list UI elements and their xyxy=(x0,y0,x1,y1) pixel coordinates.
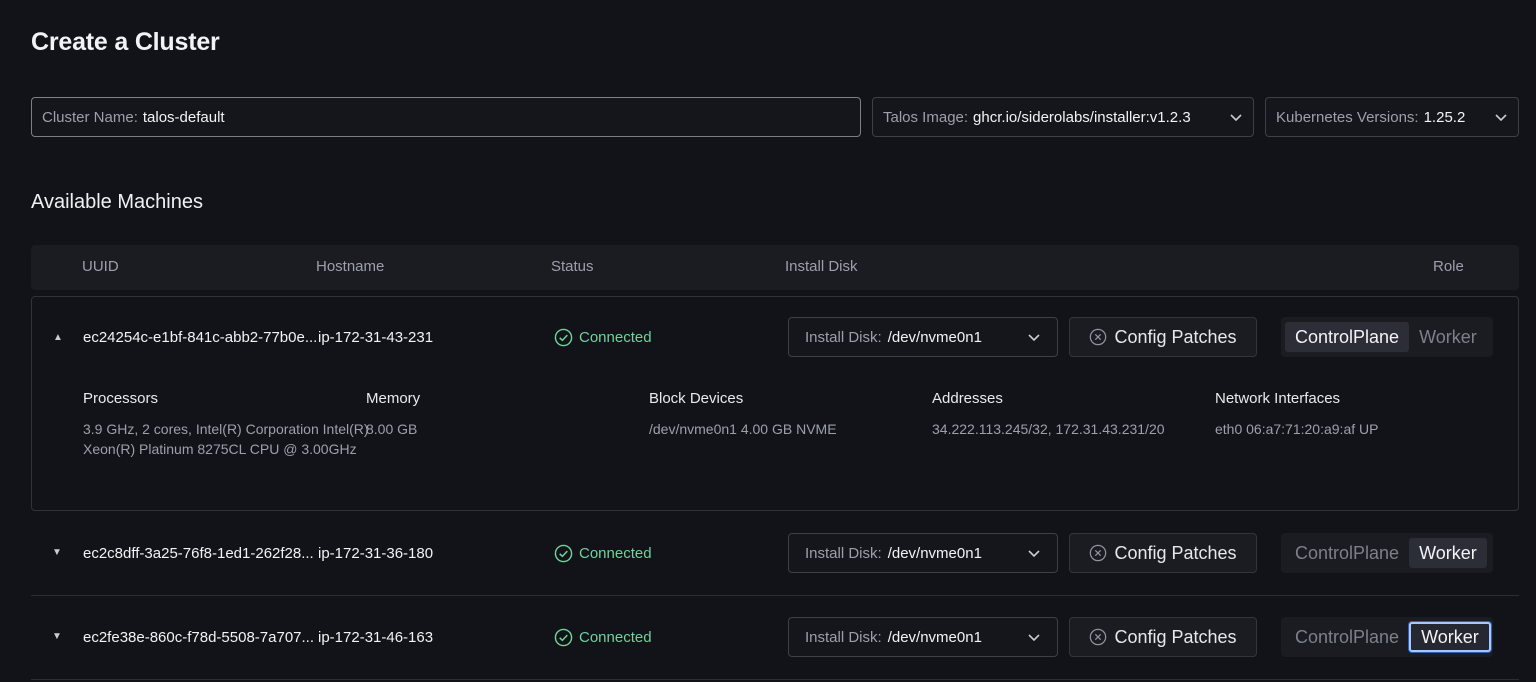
table-row: ▲ ec24254c-e1bf-841c-abb2-77b0e... ip-17… xyxy=(31,296,1519,511)
table-row: ▼ ec2c8dff-3a25-76f8-1ed1-262f28... ip-1… xyxy=(31,512,1519,596)
memory-value: 8.00 GB xyxy=(366,421,418,437)
chevron-down-icon xyxy=(1495,114,1507,122)
chevron-down-icon xyxy=(1028,634,1040,642)
status-badge: Connected xyxy=(554,544,652,563)
block-devices-label: Block Devices xyxy=(649,390,744,407)
install-disk-label: Install Disk: xyxy=(805,328,882,346)
role-toggle: ControlPlane Worker xyxy=(1281,317,1493,357)
kubernetes-version-label: Kubernetes Versions: xyxy=(1276,108,1419,126)
status-text: Connected xyxy=(579,329,652,346)
config-patches-button[interactable]: Config Patches xyxy=(1069,317,1257,357)
machine-uuid: ec2fe38e-860c-f78d-5508-7a707... xyxy=(83,629,315,646)
config-patches-label: Config Patches xyxy=(1114,326,1237,347)
network-interfaces-value: eth0 06:a7:71:20:a9:af UP xyxy=(1215,421,1379,437)
install-disk-value: /dev/nvme0n1 xyxy=(887,628,982,646)
talos-image-select[interactable]: Talos Image: ghcr.io/siderolabs/installe… xyxy=(872,97,1254,137)
kubernetes-version-value: 1.25.2 xyxy=(1423,108,1466,126)
processors-label: Processors xyxy=(83,390,159,407)
x-circle-icon xyxy=(1090,544,1107,562)
status-badge: Connected xyxy=(554,328,652,347)
processors-value: 3.9 GHz, 2 cores, Intel(R) Corporation I… xyxy=(83,421,369,457)
memory-label: Memory xyxy=(366,390,421,407)
install-disk-value: /dev/nvme0n1 xyxy=(887,328,982,346)
role-option-controlplane[interactable]: ControlPlane xyxy=(1285,538,1409,568)
talos-image-value: ghcr.io/siderolabs/installer:v1.2.3 xyxy=(973,108,1191,126)
table-row: ▼ ec2fe38e-860c-f78d-5508-7a707... ip-17… xyxy=(31,596,1519,680)
install-disk-label: Install Disk: xyxy=(805,544,882,562)
chevron-down-icon xyxy=(1028,550,1040,558)
machine-uuid: ec24254c-e1bf-841c-abb2-77b0e... xyxy=(83,329,318,346)
available-machines-title: Available Machines xyxy=(31,191,203,213)
caret-down-icon[interactable]: ▼ xyxy=(52,547,62,558)
column-header-role: Role xyxy=(1433,258,1464,275)
check-circle-icon xyxy=(554,328,573,347)
column-header-install-disk: Install Disk xyxy=(785,258,858,275)
config-patches-label: Config Patches xyxy=(1114,542,1237,563)
talos-image-label: Talos Image: xyxy=(883,108,969,126)
addresses-label: Addresses xyxy=(932,390,1003,407)
role-option-controlplane[interactable]: ControlPlane xyxy=(1285,622,1409,652)
role-option-worker[interactable]: Worker xyxy=(1409,622,1491,652)
install-disk-select[interactable]: Install Disk: /dev/nvme0n1 xyxy=(788,533,1058,573)
machine-hostname: ip-172-31-46-163 xyxy=(318,629,434,646)
caret-down-icon[interactable]: ▼ xyxy=(52,631,62,642)
table-header: UUID Hostname Status Install Disk Role xyxy=(31,245,1519,290)
install-disk-select[interactable]: Install Disk: /dev/nvme0n1 xyxy=(788,317,1058,357)
role-toggle: ControlPlane Worker xyxy=(1281,533,1493,573)
config-patches-button[interactable]: Config Patches xyxy=(1069,533,1257,573)
role-option-worker[interactable]: Worker xyxy=(1409,538,1487,568)
status-text: Connected xyxy=(579,629,652,646)
install-disk-value: /dev/nvme0n1 xyxy=(887,544,982,562)
check-circle-icon xyxy=(554,544,573,563)
addresses-value: 34.222.113.245/32, 172.31.43.231/20 xyxy=(932,421,1165,437)
column-header-status: Status xyxy=(551,258,594,275)
status-text: Connected xyxy=(579,545,652,562)
install-disk-label: Install Disk: xyxy=(805,628,882,646)
check-circle-icon xyxy=(554,628,573,647)
kubernetes-version-select[interactable]: Kubernetes Versions: 1.25.2 xyxy=(1265,97,1519,137)
chevron-down-icon xyxy=(1028,334,1040,342)
config-patches-label: Config Patches xyxy=(1114,626,1237,647)
cluster-name-input[interactable] xyxy=(142,108,850,126)
cluster-name-field[interactable]: Cluster Name: xyxy=(31,97,861,137)
caret-up-icon[interactable]: ▲ xyxy=(53,332,63,343)
cluster-name-label: Cluster Name: xyxy=(42,108,138,126)
role-option-controlplane[interactable]: ControlPlane xyxy=(1285,322,1410,352)
machine-uuid: ec2c8dff-3a25-76f8-1ed1-262f28... xyxy=(83,545,314,562)
install-disk-select[interactable]: Install Disk: /dev/nvme0n1 xyxy=(788,617,1058,657)
role-option-worker[interactable]: Worker xyxy=(1409,322,1487,352)
status-badge: Connected xyxy=(554,628,652,647)
x-circle-icon xyxy=(1090,628,1107,646)
machine-hostname: ip-172-31-43-231 xyxy=(318,329,434,346)
page-title: Create a Cluster xyxy=(31,28,220,56)
block-devices-value: /dev/nvme0n1 4.00 GB NVME xyxy=(649,421,837,437)
column-header-hostname: Hostname xyxy=(316,258,385,275)
role-toggle: ControlPlane Worker xyxy=(1281,617,1493,657)
x-circle-icon xyxy=(1090,328,1107,346)
network-interfaces-label: Network Interfaces xyxy=(1215,390,1341,407)
machine-hostname: ip-172-31-36-180 xyxy=(318,545,434,562)
chevron-down-icon xyxy=(1230,114,1242,122)
column-header-uuid: UUID xyxy=(82,258,119,275)
config-patches-button[interactable]: Config Patches xyxy=(1069,617,1257,657)
